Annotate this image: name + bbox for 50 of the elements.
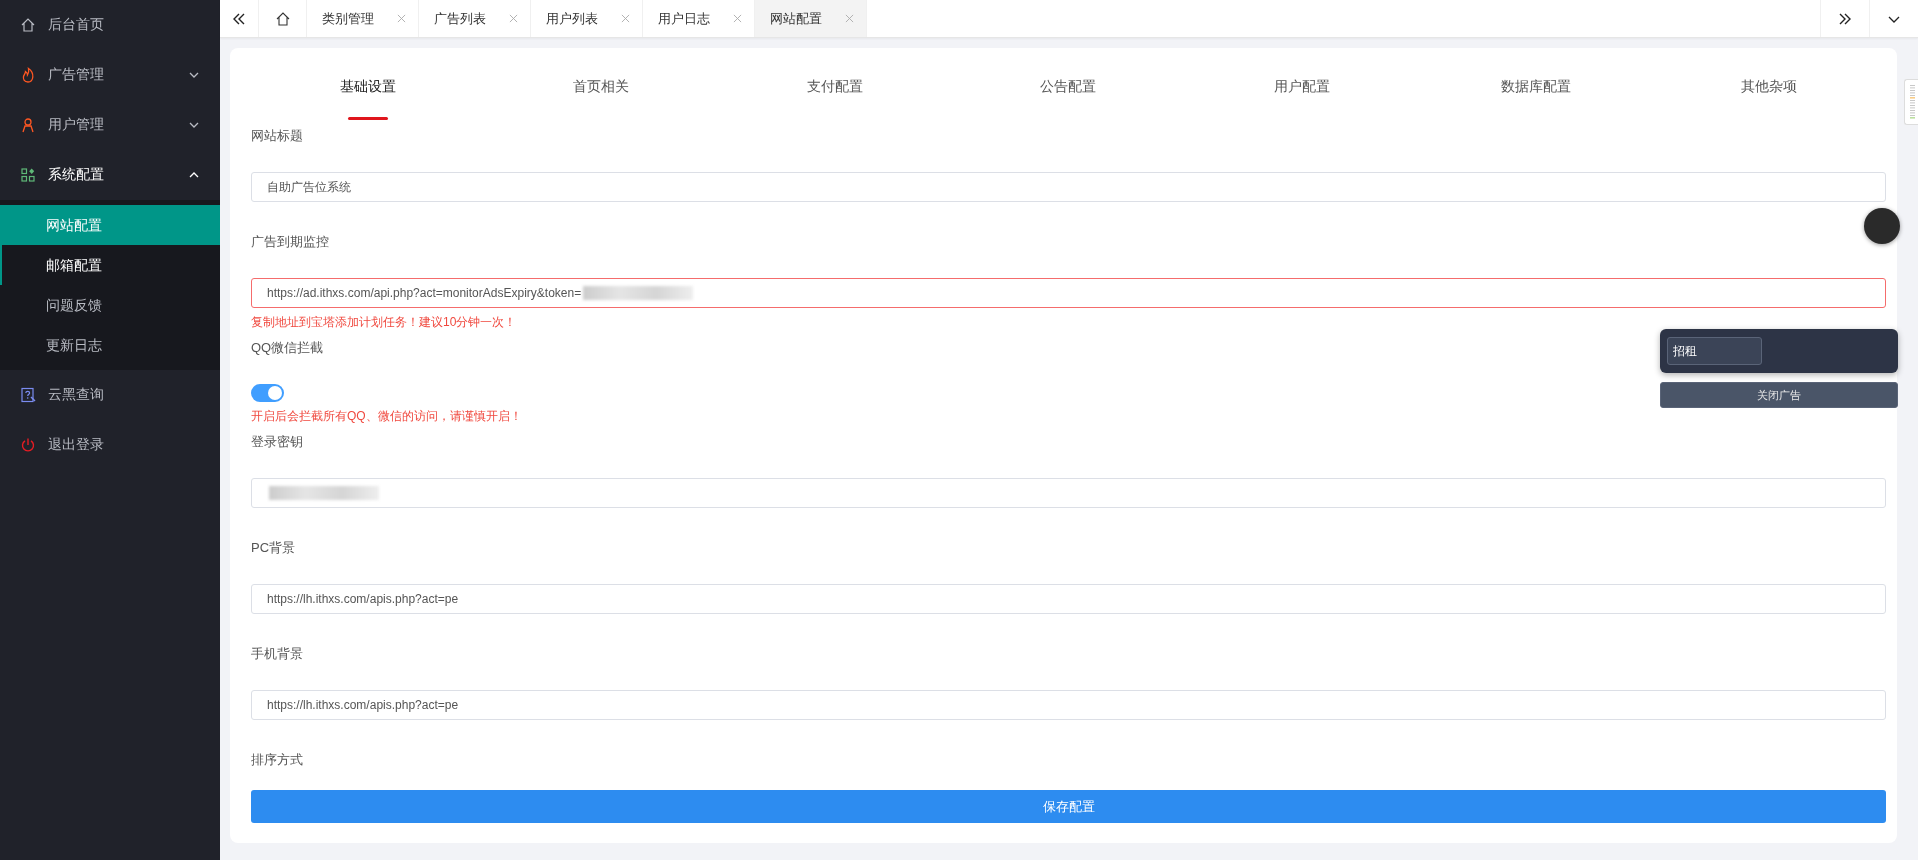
- section-tab[interactable]: 用户配置: [1185, 52, 1419, 122]
- field-label: 网站标题: [251, 127, 303, 145]
- close-icon[interactable]: [733, 14, 742, 23]
- input-field[interactable]: [251, 478, 1886, 508]
- section-tab[interactable]: 基础设置: [251, 52, 485, 122]
- input-field[interactable]: https://lh.ithxs.com/apis.php?act=pe: [251, 584, 1886, 614]
- section-tab[interactable]: 首页相关: [484, 52, 719, 122]
- section-tab[interactable]: 数据库配置: [1418, 52, 1653, 122]
- sidebar-item[interactable]: 云黑查询: [0, 370, 220, 420]
- help-document-icon: [20, 387, 36, 403]
- input-field[interactable]: https://lh.ithxs.com/apis.php?act=pe: [251, 690, 1886, 720]
- sidebar-item[interactable]: 系统配置: [0, 150, 220, 200]
- submenu-item[interactable]: 问题反馈: [0, 285, 220, 325]
- level-meter-icon[interactable]: [1904, 79, 1918, 125]
- warning-text: 开启后会拦截所有QQ、微信的访问，请谨慎开启！: [251, 408, 522, 424]
- page-tab[interactable]: 网站配置: [755, 0, 867, 37]
- close-icon[interactable]: [509, 14, 518, 23]
- field-label: 排序方式: [251, 751, 303, 769]
- sidebar-item[interactable]: 广告管理: [0, 50, 220, 100]
- user-icon: [20, 117, 36, 133]
- page-tab[interactable]: 用户列表: [531, 0, 643, 37]
- section-tab[interactable]: 公告配置: [951, 52, 1186, 122]
- home-icon: [20, 17, 36, 33]
- close-icon[interactable]: [621, 14, 630, 23]
- page-tab[interactable]: 类别管理: [307, 0, 419, 37]
- toggle-switch[interactable]: [251, 384, 284, 402]
- power-icon: [20, 437, 36, 453]
- page-tab[interactable]: 广告列表: [419, 0, 531, 37]
- flame-icon: [20, 67, 36, 83]
- sidebar-item[interactable]: 用户管理: [0, 100, 220, 150]
- field-label: 手机背景: [251, 645, 303, 663]
- close-icon[interactable]: [397, 14, 406, 23]
- home-icon[interactable]: [274, 10, 291, 27]
- close-icon[interactable]: [845, 14, 854, 23]
- sidebar-item[interactable]: 退出登录: [0, 420, 220, 470]
- ad-input-field[interactable]: 招租: [1667, 337, 1762, 365]
- field-label: PC背景: [251, 539, 296, 557]
- input-field[interactable]: 自助广告位系统: [251, 172, 1886, 202]
- sidebar-item[interactable]: 后台首页: [0, 0, 220, 50]
- grid-icon: [20, 167, 36, 183]
- field-label: QQ微信拦截: [251, 339, 324, 357]
- submenu-item[interactable]: 更新日志: [0, 325, 220, 365]
- section-tab[interactable]: 支付配置: [718, 52, 952, 122]
- field-label: 广告到期监控: [251, 233, 329, 251]
- field-label: 登录密钥: [251, 433, 303, 451]
- submenu-item[interactable]: 网站配置: [0, 205, 220, 245]
- input-field[interactable]: https://ad.ithxs.com/api.php?act=monitorAdsExpiry&token=: [251, 278, 1886, 308]
- warning-text: 复制地址到宝塔添加计划任务！建议10分钟一次！: [251, 314, 517, 330]
- close-ad-button[interactable]: 关闭广告: [1660, 382, 1898, 408]
- section-tab[interactable]: 其他杂项: [1652, 52, 1886, 122]
